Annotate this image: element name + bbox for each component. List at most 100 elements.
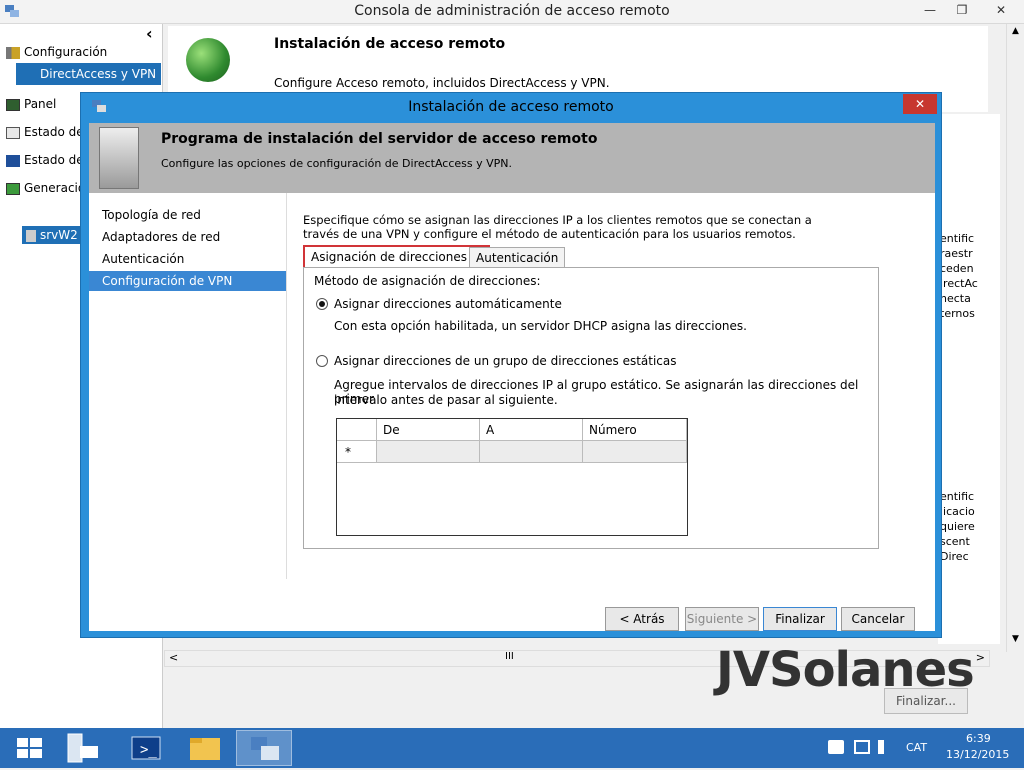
file-explorer-button[interactable] xyxy=(176,730,232,766)
scroll-left-icon[interactable]: < xyxy=(169,651,178,664)
step-topologia-de-red[interactable]: Topología de red xyxy=(89,205,286,225)
grid-header-numero[interactable]: Número xyxy=(583,419,687,441)
background-finish-button[interactable]: Finalizar... xyxy=(884,688,968,714)
wrench-icon xyxy=(6,46,20,59)
snippet-text: scent xyxy=(940,535,970,548)
new-row-marker: * xyxy=(337,441,377,463)
server-manager-icon xyxy=(67,733,98,763)
scroll-grip-icon[interactable]: III xyxy=(505,651,514,662)
dialog-header-title: Programa de instalación del servidor de … xyxy=(161,131,598,147)
globe-icon xyxy=(186,38,230,82)
volume-icon[interactable] xyxy=(878,740,892,754)
network-icon[interactable] xyxy=(854,740,870,754)
collapse-pane-icon[interactable]: ‹ xyxy=(146,24,153,43)
snippet-text: ternos xyxy=(940,307,975,320)
radio-auto-assign[interactable] xyxy=(316,298,328,310)
server-manager-button[interactable] xyxy=(60,730,116,766)
method-label: Método de asignación de direcciones: xyxy=(314,274,541,288)
clock-time[interactable]: 6:39 xyxy=(966,732,991,745)
dialog-title: Instalación de acceso remoto xyxy=(408,99,614,115)
nav-item-directaccess-vpn[interactable]: DirectAccess y VPN xyxy=(16,63,161,85)
nav-item-label: Generació xyxy=(24,181,86,195)
language-indicator[interactable]: CAT xyxy=(906,741,927,754)
server-node[interactable]: srvW2 xyxy=(22,226,80,244)
nav-item-estado-clientes[interactable]: Estado de xyxy=(6,150,84,170)
snippet-text: Direc xyxy=(940,550,969,563)
background-side-panel: entific raestr ceden irectAc necta terno… xyxy=(938,114,1000,644)
nav-item-estado-operaciones[interactable]: Estado de xyxy=(6,122,84,142)
next-button[interactable]: Siguiente > xyxy=(685,607,759,631)
maximize-button[interactable]: ❐ xyxy=(946,0,978,20)
grid-header-de[interactable]: De xyxy=(377,419,480,441)
report-icon xyxy=(6,182,20,195)
back-button[interactable]: < Atrás xyxy=(605,607,679,631)
powershell-icon: >_ xyxy=(131,736,161,760)
dashboard-icon xyxy=(6,98,20,111)
server-icon xyxy=(26,229,36,242)
start-icon xyxy=(17,738,42,758)
dialog-header: Programa de instalación del servidor de … xyxy=(89,123,935,193)
snippet-text: entific xyxy=(940,232,975,245)
nav-item-configuracion[interactable]: Configuración xyxy=(6,42,107,62)
scroll-up-icon[interactable]: ▲ xyxy=(1007,26,1024,36)
dialog-close-button[interactable]: ✕ xyxy=(903,94,937,114)
radio-auto-assign-label[interactable]: Asignar direcciones automáticamente xyxy=(334,297,562,311)
radio-static-pool[interactable] xyxy=(316,355,328,367)
powershell-button[interactable]: >_ xyxy=(118,730,174,766)
banner-title: Instalación de acceso remoto xyxy=(274,36,506,52)
step-adaptadores-de-red[interactable]: Adaptadores de red xyxy=(89,227,286,247)
wizard-steps: Topología de red Adaptadores de red Aute… xyxy=(89,193,287,579)
main-window-title: Consola de administración de acceso remo… xyxy=(354,3,670,19)
grid-cell-a[interactable] xyxy=(480,441,583,463)
intro-line: través de una VPN y configure el método … xyxy=(303,227,796,241)
svg-text:>_: >_ xyxy=(140,742,157,758)
nav-item-label: Panel xyxy=(24,97,57,111)
snippet-text: entific xyxy=(940,490,975,503)
scroll-down-icon[interactable]: ▼ xyxy=(1007,634,1024,644)
tab-panel: Método de asignación de direcciones: Asi… xyxy=(303,267,879,549)
taskbar: >_ CAT 6:39 13/12/2015 xyxy=(0,728,1024,768)
minimize-button[interactable]: — xyxy=(914,0,946,20)
finish-button[interactable]: Finalizar xyxy=(763,607,837,631)
remote-access-icon xyxy=(251,737,279,760)
nav-item-label: Configuración xyxy=(24,45,108,59)
main-window-titlebar: Consola de administración de acceso remo… xyxy=(0,0,1024,24)
action-center-icon[interactable] xyxy=(828,740,844,754)
snippet-text: irectAc xyxy=(940,277,978,290)
snippet-text: necta xyxy=(940,292,971,305)
cancel-button[interactable]: Cancelar xyxy=(841,607,915,631)
intro-text: Especifique cómo se asignan las direccio… xyxy=(303,213,903,241)
radio-static-pool-label[interactable]: Asignar direcciones de un grupo de direc… xyxy=(334,354,677,368)
step-configuracion-vpn[interactable]: Configuración de VPN xyxy=(89,271,286,291)
start-button[interactable] xyxy=(2,730,58,766)
dialog-body: Programa de instalación del servidor de … xyxy=(89,123,935,631)
remote-access-button[interactable] xyxy=(236,730,292,766)
remote-access-app-icon xyxy=(92,100,106,112)
grid-corner xyxy=(337,419,377,441)
file-explorer-icon xyxy=(190,738,220,760)
dialog-header-subtitle: Configure las opciones de configuración … xyxy=(161,157,513,170)
snippet-text: licacio xyxy=(940,505,975,518)
address-range-grid[interactable]: De A Número * xyxy=(336,418,688,536)
close-button[interactable]: ✕ xyxy=(978,0,1024,20)
snippet-text: ceden xyxy=(940,262,974,275)
scroll-right-icon[interactable]: > xyxy=(976,651,985,664)
grid-cell-numero[interactable] xyxy=(583,441,687,463)
tab-autenticacion[interactable]: Autenticación xyxy=(469,247,566,269)
clock-date[interactable]: 13/12/2015 xyxy=(946,748,1009,761)
monitor-icon xyxy=(6,154,20,167)
nav-item-label: Estado de xyxy=(24,125,84,139)
static-pool-description: intervalo antes de pasar al siguiente. xyxy=(334,393,558,407)
grid-cell-de[interactable] xyxy=(377,441,480,463)
snippet-text: raestr xyxy=(940,247,973,260)
nav-item-panel[interactable]: Panel xyxy=(6,94,56,114)
tab-asignacion-direcciones-ip[interactable]: Asignación de direcciones IP xyxy=(303,245,490,269)
snippet-text: quiere xyxy=(940,520,975,533)
banner-subtitle: Configure Acceso remoto, incluidos Direc… xyxy=(274,76,610,90)
step-autenticacion[interactable]: Autenticación xyxy=(89,249,286,269)
nav-item-generacion-informes[interactable]: Generació xyxy=(6,178,85,198)
nav-item-label: Estado de xyxy=(24,153,84,167)
vertical-scrollbar[interactable]: ▲ ▼ xyxy=(1006,24,1024,652)
server-icon xyxy=(99,127,139,189)
grid-header-a[interactable]: A xyxy=(480,419,583,441)
